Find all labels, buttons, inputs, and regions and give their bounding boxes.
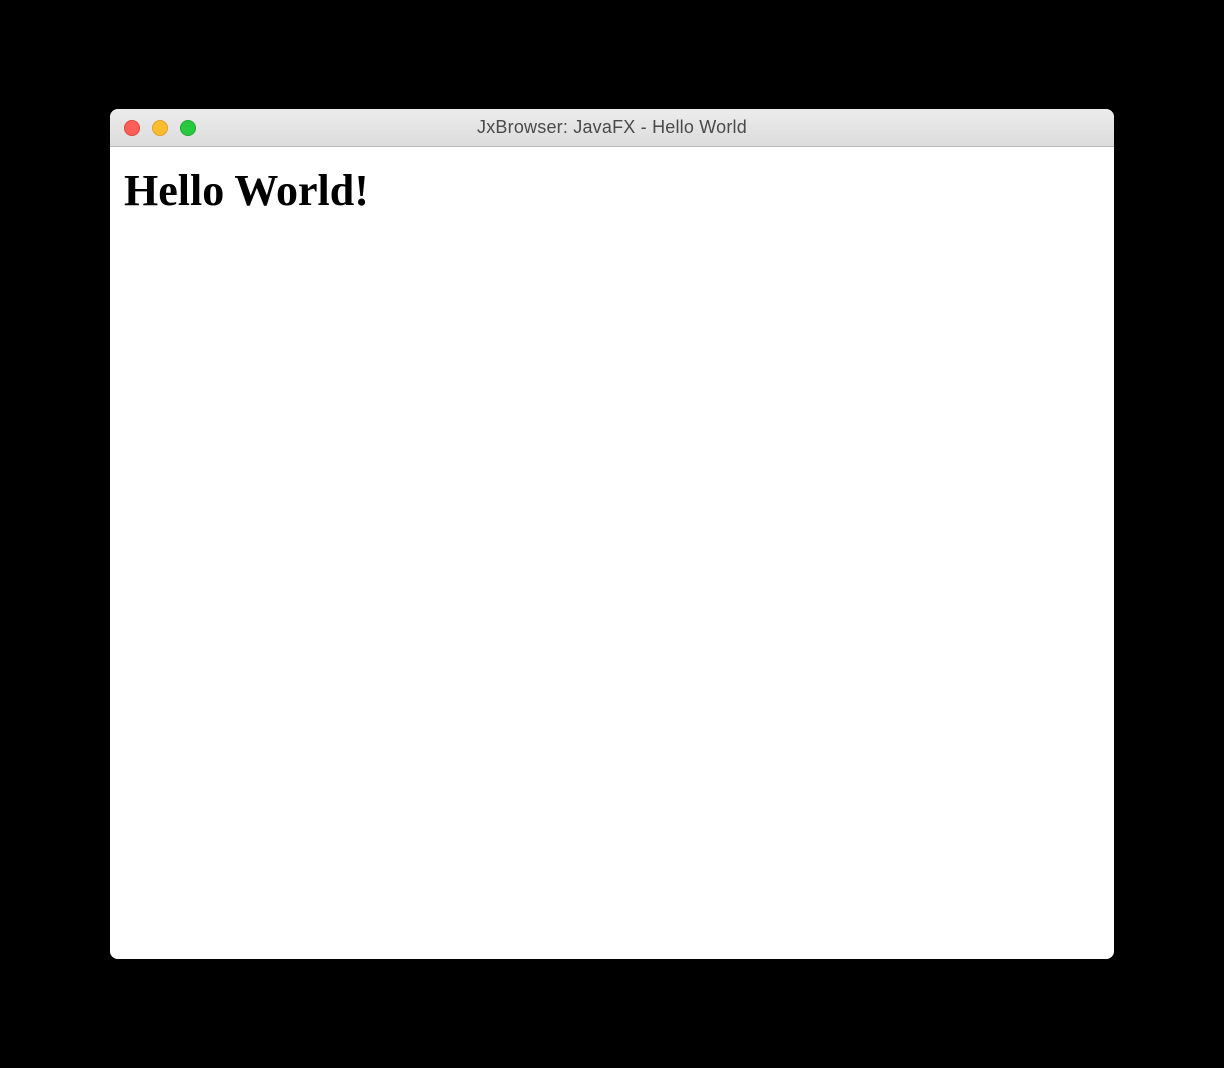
minimize-icon[interactable] bbox=[152, 120, 168, 136]
traffic-lights bbox=[110, 120, 196, 136]
application-window: JxBrowser: JavaFX - Hello World Hello Wo… bbox=[110, 109, 1114, 959]
browser-content: Hello World! bbox=[110, 147, 1114, 959]
zoom-icon[interactable] bbox=[180, 120, 196, 136]
window-title: JxBrowser: JavaFX - Hello World bbox=[110, 117, 1114, 138]
window-titlebar[interactable]: JxBrowser: JavaFX - Hello World bbox=[110, 109, 1114, 147]
page-heading: Hello World! bbox=[124, 165, 1100, 216]
close-icon[interactable] bbox=[124, 120, 140, 136]
